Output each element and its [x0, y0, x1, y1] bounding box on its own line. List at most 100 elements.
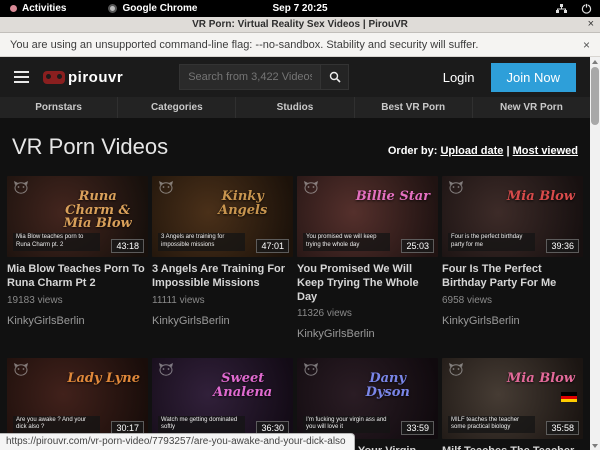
site-logo[interactable]: pirouvr: [43, 69, 123, 86]
studio-link[interactable]: KinkyGirlsBerlin: [152, 315, 293, 327]
hamburger-menu-icon[interactable]: [14, 68, 29, 86]
page-content: pirouvr Login Join Now PornstarsCategori…: [0, 57, 590, 450]
site-header: pirouvr Login Join Now: [0, 57, 590, 97]
scroll-down-arrow-icon[interactable]: [590, 441, 600, 450]
thumbnail-model-name: Mia Blow: [507, 372, 575, 386]
warning-close-icon[interactable]: ×: [583, 38, 590, 52]
nav-item-categories[interactable]: Categories: [118, 97, 236, 118]
activities-button[interactable]: Activities: [10, 3, 66, 14]
video-thumbnail[interactable]: Lady Lyne Are you awake ? And your dick …: [7, 358, 148, 439]
video-thumbnail[interactable]: Kinky Angels 3 Angels are training for i…: [152, 176, 293, 257]
chrome-icon: [108, 4, 117, 13]
video-card: Mia Blow Four is the perfect birthday pa…: [442, 176, 583, 340]
thumbnail-caption: Four is the perfect birthday party for m…: [448, 233, 535, 251]
duration-badge: 43:18: [111, 239, 144, 253]
thumbnail-model-name: Runa Charm & Mia Blow: [55, 190, 140, 231]
video-views: 6958 views: [442, 295, 583, 306]
window-title: VR Porn: Virtual Reality Sex Videos | Pi…: [192, 19, 408, 30]
window-close-icon[interactable]: ×: [588, 18, 594, 30]
video-thumbnail[interactable]: Billie Star You promised we will keep tr…: [297, 176, 438, 257]
studio-link[interactable]: KinkyGirlsBerlin: [297, 328, 438, 340]
thumbnail-model-name: Billie Star: [356, 190, 430, 204]
order-link-upload-date[interactable]: Upload date: [440, 145, 503, 157]
page-title-row: VR Porn Videos Order by: Upload date | M…: [0, 118, 590, 172]
chrome-warning-bar: You are using an unsupported command-lin…: [0, 33, 600, 57]
order-link-most-viewed[interactable]: Most viewed: [513, 145, 578, 157]
video-thumbnail[interactable]: Mia Blow Four is the perfect birthday pa…: [442, 176, 583, 257]
page-scrollbar[interactable]: [590, 57, 600, 450]
order-separator: |: [506, 145, 509, 157]
duration-badge: 39:36: [546, 239, 579, 253]
logo-text: pirouvr: [68, 69, 123, 86]
video-title[interactable]: Four Is The Perfect Birthday Party For M…: [442, 263, 583, 291]
video-card: Kinky Angels 3 Angels are training for i…: [152, 176, 293, 340]
search-area: [179, 64, 349, 90]
thumbnail-caption: MILF teaches the teacher some practical …: [448, 416, 535, 434]
video-title[interactable]: Mia Blow Teaches Porn To Runa Charm Pt 2: [7, 263, 148, 291]
video-thumbnail[interactable]: Dany Dyson I'm fucking your virgin ass a…: [297, 358, 438, 439]
system-top-bar: Activities Google Chrome Sep 7 20:25: [0, 0, 600, 17]
thumbnail-caption: 3 Angels are training for impossible mis…: [158, 233, 245, 251]
video-views: 11111 views: [152, 295, 293, 306]
studio-watermark-cat-mask-icon: [303, 362, 319, 376]
thumbnail-caption: Are you awake ? And your dick also ?: [13, 416, 100, 434]
thumbnail-model-name: Kinky Angels: [200, 190, 285, 217]
nav-item-new-vr-porn[interactable]: New VR Porn: [473, 97, 590, 118]
video-title[interactable]: Milf Teaches The Teacher Some Practical …: [442, 445, 583, 450]
thumbnail-model-name: Mia Blow: [507, 190, 575, 204]
warning-message: You are using an unsupported command-lin…: [10, 39, 478, 51]
studio-watermark-cat-mask-icon: [158, 180, 174, 194]
german-flag-icon: [561, 392, 577, 402]
scrollbar-thumb[interactable]: [591, 67, 599, 125]
video-thumbnail[interactable]: Mia Blow MILF teaches the teacher some p…: [442, 358, 583, 439]
network-icon[interactable]: [556, 4, 567, 14]
join-now-button[interactable]: Join Now: [491, 63, 576, 92]
video-thumbnail[interactable]: Runa Charm & Mia Blow Mia Blow teaches p…: [7, 176, 148, 257]
studio-watermark-cat-mask-icon: [303, 180, 319, 194]
nav-item-pornstars[interactable]: Pornstars: [0, 97, 118, 118]
thumbnail-caption: I'm fucking your virgin ass and you will…: [303, 416, 390, 434]
vr-goggles-icon: [43, 71, 65, 84]
video-card: Billie Star You promised we will keep tr…: [297, 176, 438, 340]
video-thumbnail[interactable]: Sweet Analena Watch me getting dominated…: [152, 358, 293, 439]
video-title[interactable]: 3 Angels Are Training For Impossible Mis…: [152, 263, 293, 291]
order-by-label: Order by:: [388, 145, 438, 157]
studio-link[interactable]: KinkyGirlsBerlin: [442, 315, 583, 327]
page-title: VR Porn Videos: [12, 134, 168, 160]
chrome-app-label: Google Chrome: [122, 3, 197, 14]
duration-badge: 25:03: [401, 239, 434, 253]
duration-badge: 33:59: [401, 421, 434, 435]
thumbnail-caption: Watch me getting dominated softly: [158, 416, 245, 434]
main-nav: PornstarsCategoriesStudiosBest VR PornNe…: [0, 97, 590, 118]
nav-item-best-vr-porn[interactable]: Best VR Porn: [355, 97, 473, 118]
search-icon: [329, 71, 341, 83]
order-by: Order by: Upload date | Most viewed: [388, 145, 578, 157]
nav-item-studios[interactable]: Studios: [236, 97, 354, 118]
video-title[interactable]: You Promised We Will Keep Trying The Who…: [297, 263, 438, 304]
browser-viewport: pirouvr Login Join Now PornstarsCategori…: [0, 57, 600, 450]
video-card: Mia Blow MILF teaches the teacher some p…: [442, 358, 583, 450]
thumbnail-caption: You promised we will keep trying the who…: [303, 233, 390, 251]
search-input[interactable]: [179, 64, 321, 90]
thumbnail-caption: Mia Blow teaches porn to Runa Charm pt. …: [13, 233, 100, 251]
studio-watermark-cat-mask-icon: [13, 362, 29, 376]
login-link[interactable]: Login: [443, 70, 475, 85]
video-grid: Runa Charm & Mia Blow Mia Blow teaches p…: [0, 172, 590, 450]
scroll-up-arrow-icon[interactable]: [590, 57, 600, 66]
search-button[interactable]: [321, 64, 349, 90]
video-views: 11326 views: [297, 308, 438, 319]
activities-indicator-icon: [10, 5, 17, 12]
video-views: 19183 views: [7, 295, 148, 306]
status-url-bar: https://pirouvr.com/vr-porn-video/779325…: [0, 433, 355, 450]
thumbnail-model-name: Sweet Analena: [200, 372, 285, 399]
studio-watermark-cat-mask-icon: [448, 362, 464, 376]
power-icon[interactable]: [581, 3, 592, 14]
thumbnail-model-name: Dany Dyson: [345, 372, 430, 399]
browser-window-titlebar[interactable]: VR Porn: Virtual Reality Sex Videos | Pi…: [0, 17, 600, 33]
studio-watermark-cat-mask-icon: [448, 180, 464, 194]
system-clock[interactable]: Sep 7 20:25: [272, 3, 327, 14]
chrome-app-indicator[interactable]: Google Chrome: [108, 3, 197, 14]
studio-watermark-cat-mask-icon: [158, 362, 174, 376]
studio-link[interactable]: KinkyGirlsBerlin: [7, 315, 148, 327]
thumbnail-model-name: Lady Lyne: [67, 372, 140, 386]
